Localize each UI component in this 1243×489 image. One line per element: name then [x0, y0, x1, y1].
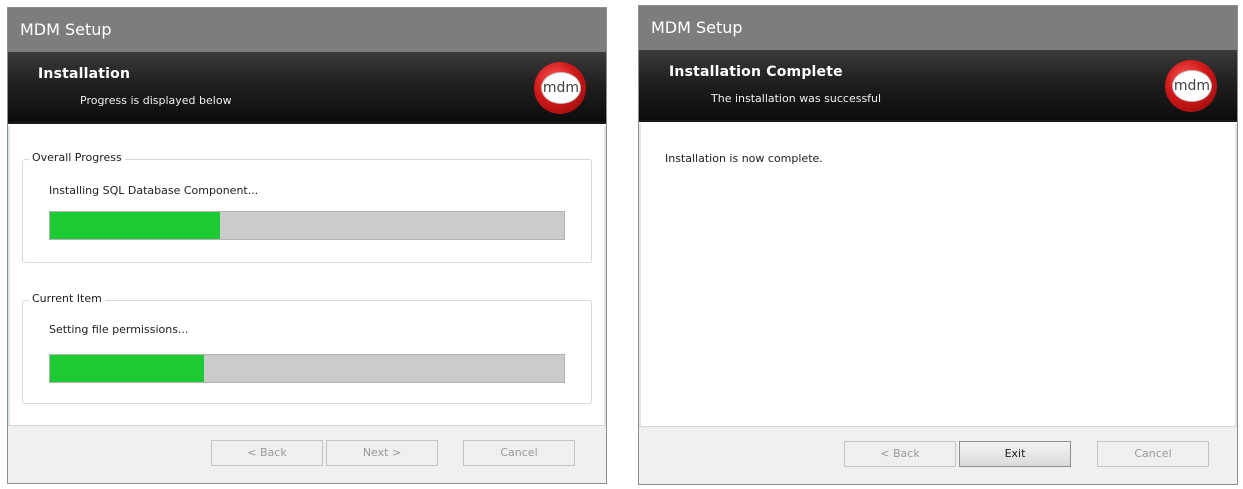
setup-window-installation: MDM Setup Installation Progress is displ…	[7, 7, 607, 484]
window-title: MDM Setup	[8, 8, 606, 52]
current-item-legend: Current Item	[29, 292, 105, 305]
mdm-logo-icon: mdm	[534, 62, 586, 114]
banner-subtitle: The installation was successful	[711, 92, 882, 105]
back-button[interactable]: < Back	[844, 441, 956, 467]
current-status-text: Setting file permissions...	[49, 323, 189, 336]
button-bar: < Back Next > Cancel	[8, 425, 606, 483]
button-bar: < Back Exit Cancel	[639, 426, 1237, 484]
content-area: Overall Progress Installing SQL Database…	[8, 126, 606, 425]
overall-progress-fill	[50, 212, 220, 239]
banner-title: Installation Complete	[669, 64, 843, 80]
window-title: MDM Setup	[639, 6, 1237, 50]
overall-progress-group: Overall Progress Installing SQL Database…	[22, 151, 592, 263]
back-button[interactable]: < Back	[211, 440, 323, 466]
logo-text: mdm	[541, 72, 581, 104]
mdm-logo-icon: mdm	[1165, 60, 1217, 112]
banner-title: Installation	[38, 66, 131, 82]
current-progress-fill	[50, 355, 205, 382]
current-progress-bar	[49, 354, 565, 383]
current-item-group: Current Item Setting file permissions...	[22, 292, 592, 404]
cancel-button[interactable]: Cancel	[463, 440, 575, 466]
logo-text: mdm	[1172, 70, 1212, 102]
overall-progress-legend: Overall Progress	[29, 151, 125, 164]
content-area: Installation is now complete.	[639, 124, 1237, 426]
next-button[interactable]: Next >	[326, 440, 438, 466]
banner-subtitle: Progress is displayed below	[80, 94, 232, 107]
header-banner: Installation Complete The installation w…	[639, 50, 1237, 122]
overall-status-text: Installing SQL Database Component...	[49, 184, 259, 197]
completion-message: Installation is now complete.	[665, 152, 823, 165]
overall-progress-bar	[49, 211, 565, 240]
header-banner: Installation Progress is displayed below…	[8, 52, 606, 124]
setup-window-complete: MDM Setup Installation Complete The inst…	[638, 5, 1238, 485]
exit-button[interactable]: Exit	[959, 441, 1071, 467]
cancel-button[interactable]: Cancel	[1097, 441, 1209, 467]
